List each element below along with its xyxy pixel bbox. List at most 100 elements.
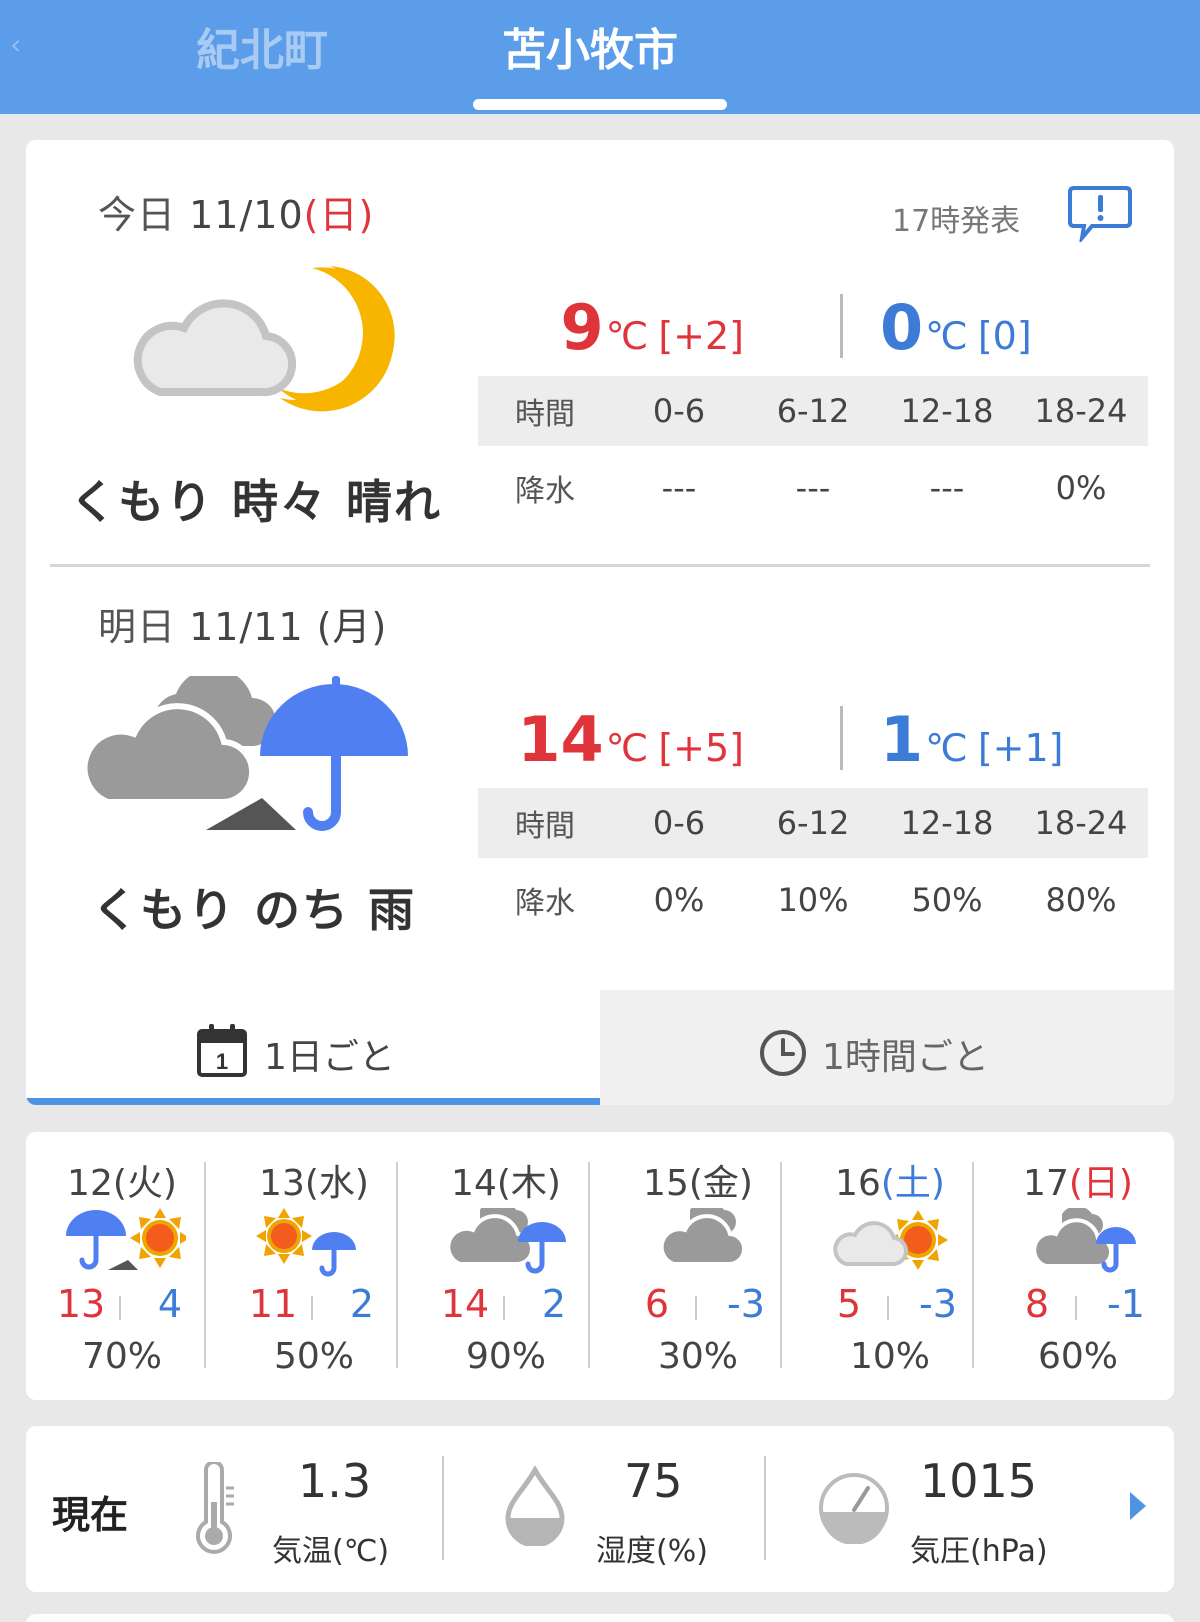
precip-value: 50% bbox=[911, 881, 983, 919]
tomorrow-condition: くもり のち 雨 bbox=[92, 883, 417, 937]
weekly-temp-separator bbox=[311, 1296, 313, 1320]
precip-value: --- bbox=[929, 469, 965, 507]
tomorrow-precip-table: 時間 0-6 6-12 12-18 18-24 降水 0% 10% 50% 80… bbox=[478, 788, 1148, 942]
thermometer-icon bbox=[196, 1462, 234, 1554]
precip-value: 10% bbox=[777, 881, 849, 919]
weekly-date: 16(土) bbox=[835, 1163, 945, 1204]
pressure-gauge-icon bbox=[819, 1473, 889, 1544]
location-tab-bar: ‹ 紀北町 苫小牧市 bbox=[0, 0, 1200, 114]
period: 0-6 bbox=[652, 392, 706, 430]
precip-value: 80% bbox=[1045, 881, 1117, 919]
today-high: 9℃ [+2] bbox=[560, 291, 745, 364]
current-conditions-card[interactable]: 現在 1.3 気温(℃) 75 湿度(%) 1015 気圧(hPa) bbox=[26, 1426, 1174, 1592]
weekly-high: 11 bbox=[248, 1282, 298, 1326]
period: 18-24 bbox=[1034, 392, 1128, 430]
weekly-separator bbox=[204, 1162, 206, 1368]
today-condition: くもり 時々 晴れ bbox=[70, 475, 443, 529]
today-temps: 9℃ [+2] 0℃ [0] bbox=[466, 274, 1174, 374]
tomorrow-date-heading: 明日 11/11 (月) bbox=[98, 596, 387, 651]
tomorrow-label: 明日 bbox=[98, 605, 177, 649]
active-view-indicator bbox=[26, 1098, 600, 1105]
weekly-day[interactable]: 17(日) 8 -1 60% bbox=[982, 1132, 1174, 1400]
weekly-date: 13(水) bbox=[259, 1163, 369, 1204]
weekly-high: 6 bbox=[644, 1282, 670, 1326]
today-date: 11/10 bbox=[189, 193, 304, 237]
weekly-temp-separator bbox=[119, 1296, 121, 1320]
weekly-low: 2 bbox=[541, 1282, 567, 1326]
weekly-precip: 70% bbox=[81, 1336, 162, 1377]
today-date-heading: 今日 11/10(日) bbox=[98, 184, 374, 239]
rain-then-sun-icon bbox=[66, 1208, 186, 1270]
weekly-date: 12(火) bbox=[67, 1163, 177, 1204]
table-header-row: 時間 0-6 6-12 12-18 18-24 bbox=[478, 788, 1148, 858]
current-separator bbox=[442, 1456, 444, 1560]
cloud-then-rain-icon bbox=[81, 676, 408, 831]
precip-value: 0% bbox=[1055, 469, 1107, 507]
weekly-low: -1 bbox=[1107, 1282, 1145, 1326]
tab-location-1[interactable]: 苫小牧市 bbox=[502, 14, 678, 78]
cloud-icon bbox=[659, 1208, 747, 1267]
weekly-high: 8 bbox=[1024, 1282, 1050, 1326]
clock-icon bbox=[760, 1030, 806, 1076]
tab-daily-label: 1日ごと bbox=[264, 1037, 395, 1078]
next-card-edge bbox=[26, 1614, 1174, 1622]
weekly-low: -3 bbox=[727, 1282, 765, 1326]
chevron-right-icon[interactable] bbox=[1128, 1488, 1148, 1524]
weekly-day[interactable]: 15(金) 6 -3 30% bbox=[602, 1132, 794, 1400]
weekly-precip: 30% bbox=[657, 1336, 738, 1377]
tomorrow-temps: 14℃ [+5] 1℃ [+1] bbox=[466, 686, 1174, 786]
alert-speech-icon[interactable] bbox=[1068, 184, 1132, 242]
pressure-label: 気圧(hPa) bbox=[910, 1534, 1048, 1569]
weekly-precip: 50% bbox=[273, 1336, 354, 1377]
today-precip-table: 時間 0-6 6-12 12-18 18-24 降水 --- --- --- 0… bbox=[478, 376, 1148, 530]
period: 0-6 bbox=[652, 804, 706, 842]
weekly-temp-separator bbox=[887, 1296, 889, 1320]
time-label: 時間 bbox=[515, 397, 575, 432]
active-tab-indicator bbox=[473, 99, 727, 110]
weekly-precip: 10% bbox=[849, 1336, 930, 1377]
tomorrow-low: 1℃ [+1] bbox=[880, 703, 1064, 776]
weekly-precip: 90% bbox=[465, 1336, 546, 1377]
precip-label: 降水 bbox=[515, 886, 575, 921]
temp-separator bbox=[840, 706, 843, 770]
today-label: 今日 bbox=[98, 193, 177, 237]
current-separator bbox=[764, 1456, 766, 1560]
issued-time: 17時発表 bbox=[892, 204, 1021, 239]
weekly-date: 14(木) bbox=[451, 1163, 561, 1204]
time-label: 時間 bbox=[515, 809, 575, 844]
today-weekday: (日) bbox=[303, 193, 375, 237]
tomorrow-high: 14℃ [+5] bbox=[517, 703, 744, 776]
forecast-card: 今日 11/10(日) 17時発表 くもり 時々 晴れ 9℃ [+2] 0℃ [0]… bbox=[26, 140, 1174, 1105]
tomorrow-weekday: (月) bbox=[316, 605, 388, 649]
table-row: 降水 --- --- --- 0% bbox=[478, 446, 1148, 530]
weekly-day[interactable]: 16(土) 5 -3 10% bbox=[794, 1132, 986, 1400]
weekly-day[interactable]: 13(水) 11 2 50% bbox=[218, 1132, 410, 1400]
temp-separator bbox=[840, 294, 843, 358]
precip-value: 0% bbox=[653, 881, 705, 919]
cloud-with-rain-icon bbox=[1032, 1208, 1136, 1273]
weekly-low: -3 bbox=[919, 1282, 957, 1326]
current-humidity: 75 bbox=[624, 1454, 683, 1508]
weekly-day[interactable]: 12(火) 13 4 70% bbox=[26, 1132, 218, 1400]
weekly-precip: 60% bbox=[1037, 1336, 1118, 1377]
tab-daily[interactable]: 1 1日ごと bbox=[26, 990, 600, 1105]
weekly-temp-separator bbox=[503, 1296, 505, 1320]
period: 6-12 bbox=[776, 392, 850, 430]
weekly-day[interactable]: 14(木) 14 2 90% bbox=[410, 1132, 602, 1400]
cloud-with-rain-icon bbox=[446, 1208, 566, 1274]
weekly-separator bbox=[396, 1162, 398, 1368]
tab-hourly[interactable]: 1時間ごと bbox=[600, 990, 1174, 1105]
precip-label: 降水 bbox=[515, 474, 575, 509]
day-divider bbox=[50, 564, 1150, 567]
weekly-forecast-card[interactable]: 12(火) 13 4 70% 13(水) 11 2 50% 14(木) 14 2… bbox=[26, 1132, 1174, 1400]
weekly-high: 14 bbox=[440, 1282, 490, 1326]
humidity-drop-icon bbox=[505, 1466, 565, 1546]
calendar-day-number: 1 bbox=[216, 1049, 228, 1074]
precip-value: --- bbox=[795, 469, 831, 507]
humidity-label: 湿度(%) bbox=[596, 1534, 708, 1569]
sun-with-rain-icon bbox=[256, 1208, 356, 1277]
table-row: 降水 0% 10% 50% 80% bbox=[478, 858, 1148, 942]
cloud-with-sun-icon bbox=[833, 1210, 948, 1270]
tomorrow-date: 11/11 bbox=[189, 605, 304, 649]
tab-location-0[interactable]: 紀北町 bbox=[196, 14, 328, 78]
